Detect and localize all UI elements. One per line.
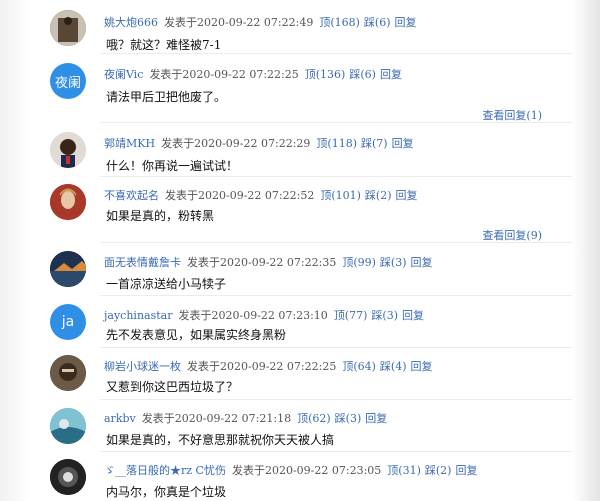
user-avatar[interactable] xyxy=(50,355,86,391)
comment-item: ゞ__落日般的★rz C忧伤 发表于2020-09-22 07:23:05 顶(31… xyxy=(0,452,572,501)
username-link[interactable]: 柳岩小球迷一枚 xyxy=(104,360,181,373)
user-avatar[interactable] xyxy=(50,184,86,220)
reply-button[interactable]: 回复 xyxy=(396,189,418,202)
avatar-photo-icon xyxy=(50,355,86,391)
comment-text: 内马尔，你真是个垃圾 xyxy=(106,485,227,499)
comment-item: arkbv 发表于2020-09-22 07:21:18 顶(62) 踩(3) 回复 如… xyxy=(0,400,572,452)
downvote-button[interactable]: 踩(3) xyxy=(380,256,407,269)
user-avatar[interactable] xyxy=(50,459,86,495)
comment-meta: arkbv 发表于2020-09-22 07:21:18 顶(62) 踩(3) 回复 xyxy=(104,410,391,426)
post-time: 发表于2020-09-22 07:22:25 xyxy=(149,68,299,81)
comment-meta: 面无表情戴詹卡 发表于2020-09-22 07:22:35 顶(99) 踩(3) 回复 xyxy=(104,254,437,270)
reply-button[interactable]: 回复 xyxy=(411,360,433,373)
downvote-button[interactable]: 踩(2) xyxy=(365,189,392,202)
comment-item: 夜阑 夜阑Vic 发表于2020-09-22 07:22:25 顶(136) 踩(6)… xyxy=(0,54,572,123)
comment-text: 如果是真的，粉转黑 xyxy=(106,209,215,223)
user-avatar[interactable] xyxy=(50,10,86,46)
avatar-photo-icon xyxy=(50,251,86,287)
upvote-button[interactable]: 顶(99) xyxy=(342,256,376,269)
username-link[interactable]: jaychinastar xyxy=(104,309,172,322)
comment-text: 什么！你再说一遍试试！ xyxy=(106,159,239,173)
reply-button[interactable]: 回复 xyxy=(455,464,477,477)
username-link[interactable]: 郭靖MKH xyxy=(104,137,155,150)
post-time: 发表于2020-09-22 07:23:10 xyxy=(178,309,328,322)
comment-meta: 不喜欢起名 发表于2020-09-22 07:22:52 顶(101) 踩(2) 回复 xyxy=(104,187,422,203)
right-edge-shadow xyxy=(572,0,600,501)
avatar-photo-icon xyxy=(50,132,86,168)
comment-text: 哦？就这？难怪被7-1 xyxy=(106,38,222,52)
comment-meta: 柳岩小球迷一枚 发表于2020-09-22 07:22:25 顶(64) 踩(4) 回复 xyxy=(104,358,437,374)
view-replies-link[interactable]: 查看回复(9) xyxy=(482,227,542,243)
comment-meta: jaychinastar 发表于2020-09-22 07:23:10 顶(77) 踩… xyxy=(104,307,428,323)
upvote-button[interactable]: 顶(64) xyxy=(342,360,376,373)
reply-button[interactable]: 回复 xyxy=(392,137,414,150)
username-link[interactable]: 夜阑Vic xyxy=(104,68,143,81)
username-link[interactable]: 姚大炮666 xyxy=(104,16,158,29)
comment-item: 郭靖MKH 发表于2020-09-22 07:22:29 顶(118) 踩(7) 回复 … xyxy=(0,123,572,177)
upvote-button[interactable]: 顶(31) xyxy=(387,464,421,477)
username-link[interactable]: ゞ__落日般的★rz C忧伤 xyxy=(104,464,226,477)
comment-text: 请法甲后卫把他废了。 xyxy=(106,90,227,104)
comment-page: 姚大炮666 发表于2020-09-22 07:22:49 顶(168) 踩(6) 回复… xyxy=(0,0,600,501)
avatar-photo-icon xyxy=(50,459,86,495)
avatar-initials: 夜阑 xyxy=(54,75,81,91)
user-avatar[interactable] xyxy=(50,251,86,287)
downvote-button[interactable]: 踩(3) xyxy=(335,412,362,425)
comment-text: 如果是真的，不好意思那就祝你天天被人搞 xyxy=(106,433,335,447)
reply-button[interactable]: 回复 xyxy=(402,309,424,322)
comment-meta: 郭靖MKH 发表于2020-09-22 07:22:29 顶(118) 踩(7) 回复 xyxy=(104,135,418,151)
post-time: 发表于2020-09-22 07:22:35 xyxy=(187,256,337,269)
comment-text: 又惹到你这巴西垃圾了？ xyxy=(106,380,239,394)
username-link[interactable]: 面无表情戴詹卡 xyxy=(104,256,181,269)
post-time: 发表于2020-09-22 07:23:05 xyxy=(231,464,382,477)
upvote-button[interactable]: 顶(77) xyxy=(334,309,368,322)
user-avatar[interactable]: 夜阑 xyxy=(50,63,86,99)
user-avatar[interactable] xyxy=(50,132,86,168)
post-time: 发表于2020-09-22 07:22:52 xyxy=(165,189,315,202)
comment-text: 先不发表意见，如果属实终身黑粉 xyxy=(106,328,287,342)
post-time: 发表于2020-09-22 07:22:25 xyxy=(187,360,337,373)
avatar-initials: ja xyxy=(61,314,75,330)
comment-text: 一首凉凉送给小马犊子 xyxy=(106,277,227,291)
username-link[interactable]: 不喜欢起名 xyxy=(104,189,159,202)
comment-item: 面无表情戴詹卡 发表于2020-09-22 07:22:35 顶(99) 踩(3) 回复… xyxy=(0,243,572,296)
view-replies-link[interactable]: 查看回复(1) xyxy=(482,107,542,123)
avatar-photo-icon xyxy=(50,184,86,220)
downvote-button[interactable]: 踩(4) xyxy=(380,360,407,373)
avatar-photo-icon xyxy=(50,408,86,444)
comment-meta: 姚大炮666 发表于2020-09-22 07:22:49 顶(168) 踩(6) 回复 xyxy=(104,14,421,30)
comment-item: 柳岩小球迷一枚 发表于2020-09-22 07:22:25 顶(64) 踩(4) 回复… xyxy=(0,348,572,400)
upvote-button[interactable]: 顶(118) xyxy=(316,137,357,150)
reply-button[interactable]: 回复 xyxy=(395,16,417,29)
upvote-button[interactable]: 顶(101) xyxy=(320,189,361,202)
user-avatar[interactable] xyxy=(50,408,86,444)
upvote-button[interactable]: 顶(168) xyxy=(319,16,360,29)
downvote-button[interactable]: 踩(6) xyxy=(349,68,376,81)
downvote-button[interactable]: 踩(7) xyxy=(361,137,388,150)
reply-button[interactable]: 回复 xyxy=(411,256,433,269)
reply-button[interactable]: 回复 xyxy=(380,68,402,81)
post-time: 发表于2020-09-22 07:21:18 xyxy=(141,412,292,425)
upvote-button[interactable]: 顶(62) xyxy=(297,412,331,425)
username-link[interactable]: arkbv xyxy=(104,412,136,425)
comment-meta: 夜阑Vic 发表于2020-09-22 07:22:25 顶(136) 踩(6) 回复 xyxy=(104,66,406,82)
user-avatar[interactable]: ja xyxy=(50,304,86,340)
downvote-button[interactable]: 踩(6) xyxy=(364,16,391,29)
post-time: 发表于2020-09-22 07:22:29 xyxy=(161,137,311,150)
upvote-button[interactable]: 顶(136) xyxy=(305,68,346,81)
downvote-button[interactable]: 踩(3) xyxy=(371,309,398,322)
comment-item: 不喜欢起名 发表于2020-09-22 07:22:52 顶(101) 踩(2) 回复 … xyxy=(0,177,572,243)
avatar-photo-icon xyxy=(50,10,86,46)
reply-button[interactable]: 回复 xyxy=(365,412,387,425)
comment-item: ja jaychinastar 发表于2020-09-22 07:23:10 顶(7… xyxy=(0,296,572,348)
comment-item: 姚大炮666 发表于2020-09-22 07:22:49 顶(168) 踩(6) 回复… xyxy=(0,0,572,54)
downvote-button[interactable]: 踩(2) xyxy=(425,464,452,477)
comment-meta: ゞ__落日般的★rz C忧伤 发表于2020-09-22 07:23:05 顶(31… xyxy=(104,462,481,478)
post-time: 发表于2020-09-22 07:22:49 xyxy=(164,16,314,29)
